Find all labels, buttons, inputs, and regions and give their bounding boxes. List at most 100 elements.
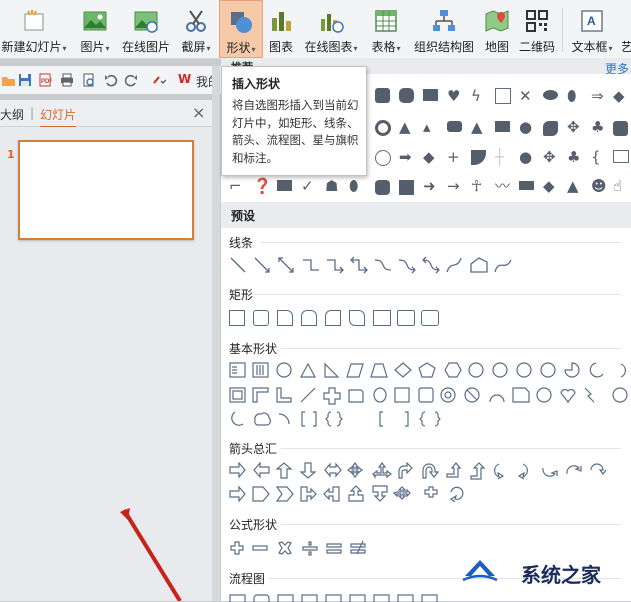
donut-shape[interactable] — [375, 120, 391, 136]
triangle-shape-2[interactable]: ▲ — [471, 119, 483, 135]
plus-shape[interactable]: + — [447, 149, 460, 165]
tab-outline[interactable]: 大纲 — [0, 106, 24, 123]
x-shape[interactable]: ✕ — [519, 88, 532, 104]
circle-outline-shape[interactable] — [375, 150, 391, 166]
corner-shape[interactable]: ⌐ — [229, 178, 242, 194]
check-shape[interactable]: ✓ — [301, 178, 314, 194]
diamond-shape-2[interactable]: ◆ — [423, 149, 435, 165]
rounded-square-shape[interactable] — [399, 88, 414, 103]
close-icon[interactable]: × — [192, 103, 205, 122]
screenshot-button[interactable]: 截屏▾ — [176, 0, 216, 58]
slide-thumbnail[interactable] — [18, 140, 194, 240]
text-box-button[interactable]: A 文本框▾ — [566, 0, 618, 58]
snip-round-shape[interactable] — [349, 310, 365, 326]
arrow-shape[interactable]: ⇒ — [591, 88, 604, 104]
triangle-outline-shape — [299, 362, 317, 378]
lightning-shape[interactable]: ϟ — [471, 88, 481, 104]
slide-number: 1 — [7, 148, 15, 161]
redo-icon[interactable] — [124, 73, 138, 87]
right-arrow-shape-2[interactable]: ➜ — [423, 178, 436, 194]
picture-button[interactable]: 图片▾ — [76, 0, 114, 58]
rect-outline-shape[interactable] — [229, 310, 245, 326]
pin-shape[interactable]: ⬮ — [567, 88, 576, 104]
rect-shape[interactable] — [423, 89, 438, 101]
plaque-shape — [348, 389, 364, 403]
online-chart-icon — [321, 14, 344, 33]
art-text-button[interactable]: 艺 — [622, 0, 631, 58]
export-pdf-icon[interactable]: PDF — [38, 73, 52, 87]
lightning-outline-shape — [584, 387, 595, 403]
money-bag-shape[interactable]: ♣ — [591, 119, 604, 135]
left-up-arrow-shape — [446, 462, 462, 478]
rect-shape-4[interactable] — [519, 181, 534, 190]
pane-splitter[interactable] — [212, 66, 220, 601]
bullet-shape[interactable]: ● — [519, 119, 532, 135]
pointer-shape[interactable]: ☝ — [613, 178, 622, 194]
org-chart-button[interactable]: 组织结构图 — [410, 0, 478, 58]
square-shape[interactable] — [399, 180, 414, 195]
online-picture-button[interactable]: 在线图片 — [118, 0, 174, 58]
rect-shape-3[interactable] — [277, 180, 292, 191]
ellipse-shape[interactable] — [543, 90, 558, 100]
callout-shape[interactable]: ❓ — [253, 178, 272, 194]
tab-slides[interactable]: 幻灯片 — [40, 106, 77, 128]
rounded-rect-outline-shape[interactable] — [253, 310, 269, 326]
triangle-shape-3[interactable]: ▲ — [567, 178, 579, 194]
group-shape[interactable]: ☥ — [471, 178, 482, 194]
monitor-shape[interactable] — [613, 150, 629, 163]
quarter-shape[interactable] — [471, 150, 486, 165]
map-icon — [485, 10, 509, 32]
save-icon[interactable] — [18, 73, 32, 87]
map-button[interactable]: 地图 — [480, 0, 514, 58]
square-outline-shape[interactable] — [495, 88, 511, 104]
round-single-shape[interactable] — [373, 310, 391, 326]
map-label: 地图 — [484, 40, 509, 54]
equal-shape — [326, 543, 342, 554]
round-same-side-shape[interactable] — [397, 310, 415, 326]
long-arrow-shape[interactable]: → — [447, 178, 460, 194]
shapes-button[interactable]: 形状▾ — [219, 0, 263, 58]
qr-code-button[interactable]: 二维码 — [516, 0, 558, 58]
rounded-rect-shape-2[interactable] — [447, 121, 462, 132]
pin-shape-2[interactable]: ⬮ — [349, 178, 358, 194]
chart-button[interactable]: 图表 — [264, 0, 298, 58]
print-preview-icon[interactable] — [82, 73, 96, 87]
online-chart-button[interactable]: 在线图表▾ — [300, 0, 362, 58]
round-diag-shape[interactable] — [421, 310, 439, 326]
open-folder-icon[interactable] — [2, 73, 16, 87]
undo-icon[interactable] — [104, 73, 118, 87]
people-shape[interactable]: ☗ — [325, 178, 338, 194]
print-icon[interactable] — [60, 73, 74, 87]
dropdown-arrow: ▾ — [608, 44, 613, 53]
right-arrow-shape[interactable]: ➡ — [399, 149, 412, 165]
rounded-rect-shape-3[interactable] — [613, 121, 628, 136]
leaf-shape[interactable] — [543, 121, 558, 136]
diamond-shape-3[interactable]: ◆ — [543, 178, 555, 194]
snip-diag-shape[interactable] — [325, 310, 341, 326]
triangle-shape[interactable]: ▴ — [423, 119, 431, 135]
format-painter-icon[interactable] — [152, 73, 166, 87]
rounded-rect-shape[interactable] — [375, 88, 390, 103]
rect-shape-2[interactable] — [495, 121, 510, 132]
arrowhead-shape[interactable]: ▲ — [399, 119, 411, 135]
pentagon-arrow-shape — [252, 486, 270, 502]
wps-logo[interactable]: W — [178, 72, 191, 86]
trend-shape[interactable]: 〰 — [495, 178, 510, 194]
snip-rect-shape[interactable] — [277, 310, 293, 326]
table-button[interactable]: 表格▾ — [366, 0, 406, 58]
category-rectangles: 矩形 — [229, 288, 254, 302]
brace-shape[interactable]: { — [591, 149, 601, 165]
map-shape-2[interactable]: ✥ — [543, 149, 556, 165]
bullet-shape-2[interactable]: ● — [519, 149, 532, 165]
divide-shape — [302, 541, 318, 556]
new-slide-button[interactable]: 新建幻灯片▾ — [0, 0, 68, 58]
shapes-label: 形状 — [226, 41, 251, 55]
person-shape[interactable]: ☻ — [591, 178, 607, 194]
money-bag-shape-2[interactable]: ♣ — [567, 149, 580, 165]
heart-shape[interactable]: ♥ — [447, 88, 460, 104]
rounded-square-shape-2[interactable] — [375, 180, 390, 195]
snip-two-corner-shape[interactable] — [301, 310, 317, 326]
map-shape[interactable]: ✥ — [567, 119, 580, 135]
diamond-shape[interactable]: ◆ — [613, 88, 625, 104]
cross-line-shape[interactable]: ┼ — [495, 149, 504, 165]
